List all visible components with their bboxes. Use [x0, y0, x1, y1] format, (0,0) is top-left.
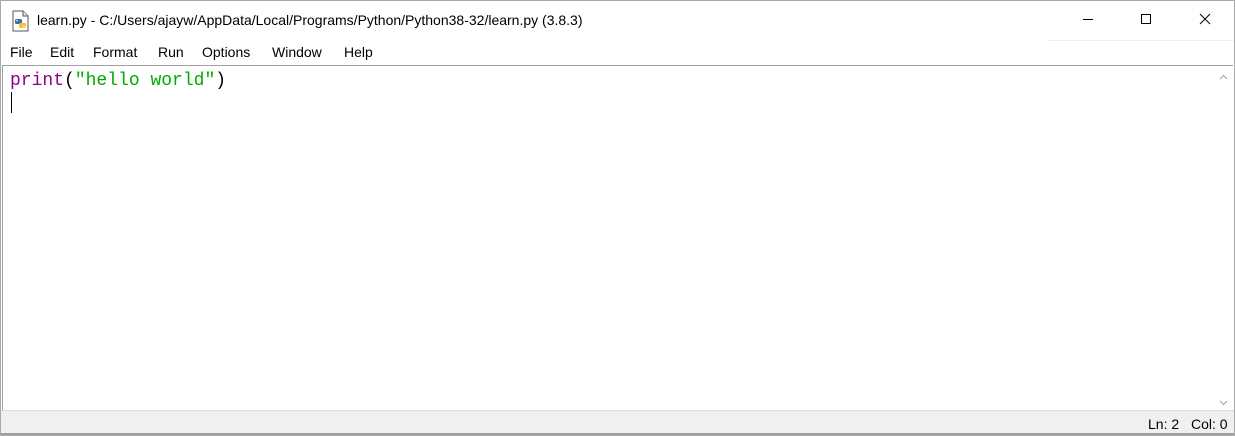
- builtin-token: print: [10, 71, 65, 91]
- menu-format[interactable]: Format: [93, 44, 137, 60]
- string-token: "hello world": [74, 71, 216, 91]
- editor-frame: print("hello world"): [2, 65, 1233, 410]
- maximize-icon: [1140, 12, 1152, 30]
- code-line-1: print("hello world"): [10, 70, 226, 92]
- python-file-icon: [11, 10, 31, 32]
- vertical-scrollbar[interactable]: [1215, 67, 1232, 410]
- chevron-down-icon: [1219, 393, 1228, 411]
- menu-window[interactable]: Window: [272, 44, 322, 60]
- chevron-up-icon: [1219, 67, 1228, 85]
- paren-close-token: ): [215, 71, 227, 91]
- menu-bar: File Edit Format Run Options Window Help: [1, 41, 1234, 65]
- menu-help[interactable]: Help: [344, 44, 373, 60]
- paren-open-token: (: [64, 71, 75, 91]
- menu-edit[interactable]: Edit: [50, 44, 74, 60]
- close-icon: [1199, 12, 1211, 30]
- line-indicator: Ln: 2: [1148, 416, 1180, 432]
- menu-file[interactable]: File: [10, 44, 33, 60]
- title-bar[interactable]: learn.py - C:/Users/ajayw/AppData/Local/…: [1, 1, 1234, 41]
- text-cursor: [11, 92, 12, 113]
- maximize-button[interactable]: [1117, 1, 1175, 41]
- code-editor[interactable]: print("hello world"): [4, 67, 1214, 410]
- window-bottom-edge: [1, 433, 1234, 435]
- scroll-up-button[interactable]: [1215, 67, 1232, 84]
- scroll-down-button[interactable]: [1215, 393, 1232, 410]
- menu-run[interactable]: Run: [158, 44, 184, 60]
- idle-editor-window: learn.py - C:/Users/ajayw/AppData/Local/…: [0, 0, 1235, 436]
- window-title: learn.py - C:/Users/ajayw/AppData/Local/…: [37, 12, 583, 28]
- menu-options[interactable]: Options: [202, 44, 250, 60]
- minimize-button[interactable]: [1059, 1, 1117, 41]
- status-bar: Ln: 2 Col: 0: [1, 410, 1234, 435]
- minimize-icon: [1082, 12, 1094, 30]
- close-button[interactable]: [1176, 1, 1234, 41]
- column-indicator: Col: 0: [1191, 416, 1228, 432]
